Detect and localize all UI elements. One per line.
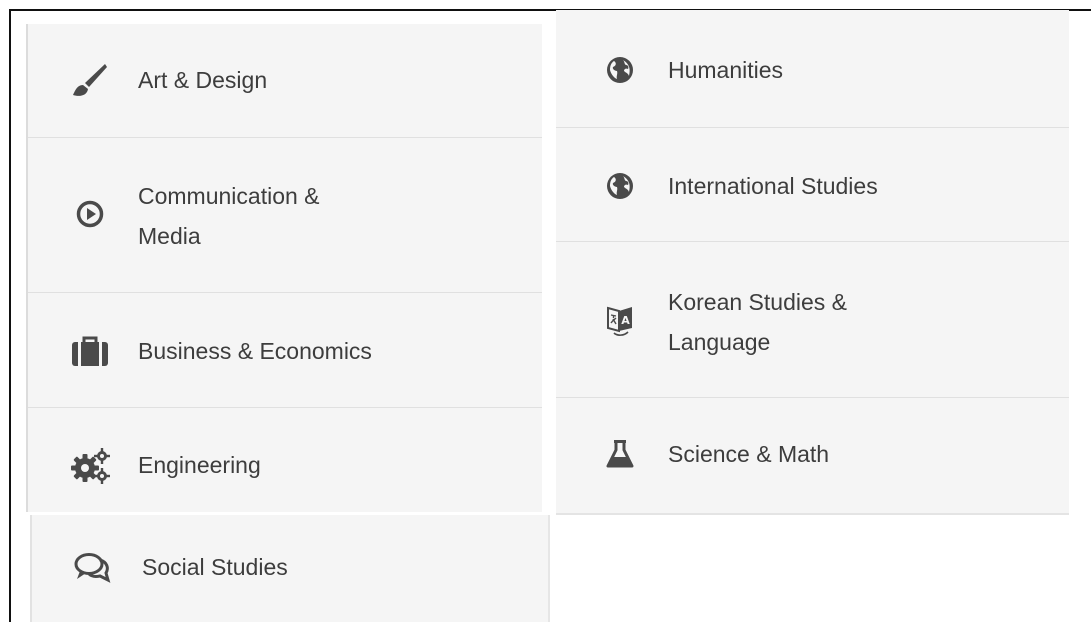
category-label: Business & Economics	[138, 338, 372, 364]
category-label: Science & Math	[668, 441, 830, 467]
speech-bubbles-icon	[72, 547, 112, 587]
globe-icon	[600, 50, 640, 90]
briefcase-icon	[70, 331, 110, 371]
globe-icon	[600, 166, 640, 206]
gears-icon	[70, 446, 110, 486]
category-item-communication-media[interactable]: Communication & Media	[28, 138, 542, 293]
category-label: International Studies	[668, 173, 878, 199]
left-category-list: Art & Design Communication & Media Busin…	[26, 24, 542, 512]
category-label: Humanities	[668, 57, 784, 83]
paintbrush-icon	[70, 60, 110, 100]
svg-text:A: A	[621, 314, 630, 327]
category-item-science-math[interactable]: Science & Math	[556, 398, 1069, 513]
play-circle-icon	[70, 194, 110, 234]
flask-icon	[600, 434, 640, 474]
right-category-list: Humanities International Studies A Korea…	[556, 10, 1069, 515]
category-label-line2: Media	[138, 223, 201, 249]
category-item-humanities[interactable]: Humanities	[556, 10, 1069, 128]
category-label: Art & Design	[138, 67, 268, 93]
category-label: Engineering	[138, 452, 261, 478]
left-category-list-continued: Social Studies	[30, 515, 550, 622]
category-label-line2: Language	[668, 329, 771, 355]
category-item-social-studies[interactable]: Social Studies	[32, 515, 548, 622]
translate-icon: A	[600, 300, 640, 340]
category-item-korean-studies-language[interactable]: A Korean Studies & Language	[556, 242, 1069, 398]
category-label: Korean Studies &	[668, 289, 848, 315]
category-item-engineering[interactable]: Engineering	[28, 408, 542, 512]
category-label: Communication &	[138, 183, 320, 209]
category-label: Social Studies	[142, 554, 288, 580]
category-item-art-design[interactable]: Art & Design	[28, 24, 542, 138]
category-item-business-economics[interactable]: Business & Economics	[28, 293, 542, 408]
category-item-international-studies[interactable]: International Studies	[556, 128, 1069, 242]
